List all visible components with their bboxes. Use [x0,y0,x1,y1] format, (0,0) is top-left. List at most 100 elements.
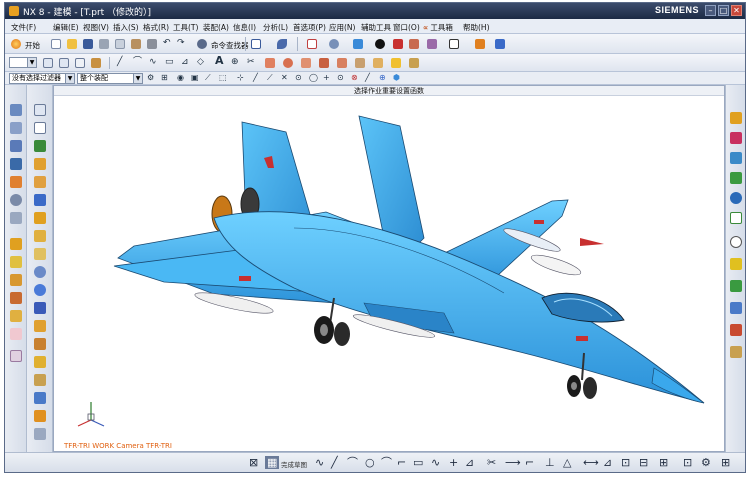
reuse-library-icon[interactable] [9,157,23,171]
constraint-navigator-icon[interactable] [9,121,23,135]
dimension-icon[interactable]: ⟷ [583,456,599,469]
redo-icon[interactable]: ↷ [177,37,185,49]
select-feature-icon[interactable]: ◉ [177,72,184,84]
selection-icon[interactable] [275,37,289,51]
part-navigator-icon[interactable] [41,56,55,70]
type-filter-select[interactable]: 没有选择过滤器 ▼ [9,73,75,84]
assembly-nav-tab-icon[interactable] [729,111,743,125]
select-all-icon[interactable]: ⊞ [161,72,168,84]
copy-icon[interactable] [113,37,127,51]
profile-icon[interactable]: ∿ [315,456,324,469]
select-body-icon[interactable]: ⬚ [219,72,227,84]
sketch-fillet-icon[interactable]: ⌒ [381,456,392,469]
teamcenter-icon[interactable] [9,327,23,341]
system-scene-tab-icon[interactable] [729,301,743,315]
shell-feature-icon[interactable] [33,247,47,261]
arc-icon[interactable]: ⌒ [133,56,142,68]
revolve-feature-icon[interactable] [33,175,47,189]
start-button[interactable] [9,37,23,51]
menu-file[interactable]: 文件(F) [11,22,36,33]
sketch-arc-icon[interactable]: ⌒ [347,456,358,469]
roles-tab-icon[interactable] [729,279,743,293]
render-style-icon[interactable] [351,37,365,51]
datum-plane-icon[interactable] [33,121,47,135]
move-feature-icon[interactable] [89,56,103,70]
graphics-window[interactable]: 选择作业重要设置函数 中国空军 [53,85,725,452]
trim-icon[interactable]: ✂ [247,56,255,68]
trim-body-icon[interactable] [33,409,47,423]
undo-icon[interactable]: ↶ [163,37,171,49]
sketch-circle-icon[interactable]: ○ [365,456,375,469]
view-combo[interactable]: ▼ [9,57,37,68]
menu-view[interactable]: 视图(V) [83,22,109,33]
clock-icon[interactable] [729,235,743,249]
sketch-orient-icon[interactable]: ⊞ [721,456,730,469]
menu-utilities[interactable]: 辅助工具 [361,22,391,33]
material-icon[interactable] [391,37,405,51]
section-icon[interactable] [425,37,439,51]
animate-dimension-icon[interactable]: ⊡ [621,456,630,469]
maximize-button[interactable]: □ [718,5,729,16]
select-face-icon[interactable]: ▣ [191,72,199,84]
new-file-icon[interactable] [49,37,63,51]
display-constraints-icon[interactable]: ⊿ [603,456,612,469]
blend-icon[interactable] [389,56,403,70]
menu-preferences[interactable]: 首选项(P) [293,22,326,33]
menu-information[interactable]: 信息(I) [233,22,256,33]
minimize-button[interactable]: – [705,5,716,16]
open-folder-icon[interactable] [65,37,79,51]
mirror-icon[interactable] [371,56,385,70]
filter-settings-icon[interactable]: ⚙ [147,72,154,84]
nx-app-icon[interactable] [9,6,19,16]
snap-endpoint-icon[interactable]: ⊹ [237,72,244,84]
copy-feature-icon[interactable] [57,56,71,70]
fit-view-icon[interactable] [305,37,319,51]
sketch-line-icon[interactable]: ╱ [331,456,338,469]
sphere-icon[interactable] [33,283,47,297]
snap-center-icon[interactable]: ⊙ [295,72,302,84]
draft-icon[interactable] [33,355,47,369]
split-body-icon[interactable] [33,427,47,441]
snap-point-icon[interactable]: + [323,72,330,84]
history-tab-icon[interactable] [729,211,743,225]
fillet-icon[interactable]: ⊿ [181,56,189,68]
offset-curve-icon[interactable]: ⊿ [465,456,474,469]
line-icon[interactable]: ╱ [117,56,122,68]
part-navigator-tab-icon[interactable] [9,139,23,153]
sketch-spline-icon[interactable]: ∿ [431,456,440,469]
spline-icon[interactable]: ∿ [149,56,157,68]
snap-icon[interactable] [493,37,507,51]
unite-icon[interactable] [33,193,47,207]
extrude-icon[interactable] [263,56,277,70]
roles-icon[interactable] [9,237,23,251]
snap-bounded-icon[interactable]: ╱ [365,72,370,84]
rectangle-icon[interactable]: ▭ [165,56,174,68]
auto-constrain-icon[interactable]: △ [563,456,571,469]
instance-icon[interactable] [33,391,47,405]
datum-csys-icon[interactable] [33,139,47,153]
view-orient-icon[interactable] [249,37,263,51]
rotate-view-icon[interactable] [327,37,341,51]
command-finder-icon[interactable] [195,37,209,51]
aircraft-model[interactable]: 中国空军 [64,98,714,428]
intersect-icon[interactable] [33,229,47,243]
snap-control-icon[interactable]: ⟋ [267,72,273,84]
constraints-icon[interactable]: ⊥ [545,456,555,469]
snap-grid-icon[interactable]: ⊕ [379,72,386,84]
hd3d-icon[interactable] [9,309,23,323]
command-finder-label[interactable]: 命令查找器 [211,40,249,51]
history-icon[interactable] [9,175,23,189]
cut-icon[interactable] [97,37,111,51]
background-icon[interactable] [407,37,421,51]
paste-icon[interactable] [129,37,143,51]
assembly-navigator-icon[interactable] [9,103,23,117]
finish-sketch-icon[interactable]: ⊠ [249,456,258,469]
menu-window[interactable]: 窗口(O) [393,22,420,33]
text-icon[interactable]: A [215,55,224,67]
sketch-chamfer-icon[interactable]: ⌐ [397,456,406,469]
process-studio-icon[interactable] [9,211,23,225]
menu-edit[interactable]: 编辑(E) [53,22,79,33]
sketch-settings-icon[interactable]: ⊡ [683,456,692,469]
select-edge-icon[interactable]: ⟋ [205,72,211,84]
palette-tab-icon[interactable] [729,323,743,337]
